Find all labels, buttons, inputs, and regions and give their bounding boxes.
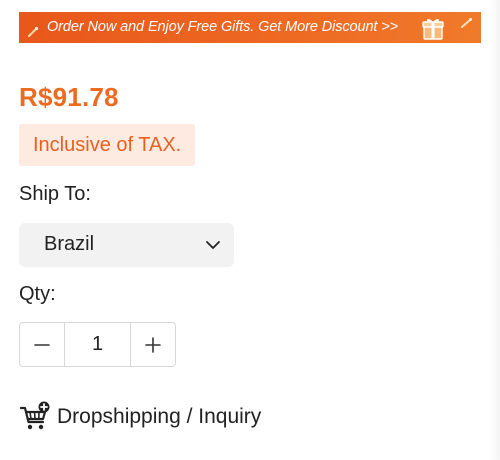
plus-icon [145, 336, 161, 353]
increment-button[interactable] [131, 323, 175, 366]
chevron-down-icon [206, 241, 220, 249]
product-price: R$91.78 [19, 82, 119, 112]
dropshipping-inquiry-label: Dropshipping / Inquiry [57, 405, 262, 428]
country-select-value: Brazil [44, 233, 95, 255]
country-select[interactable]: Brazil [19, 223, 234, 267]
sparkle-icon [28, 26, 39, 37]
minus-icon [34, 343, 50, 346]
ship-to-label: Ship To: [19, 183, 91, 205]
product-purchase-panel: Order Now and Enjoy Free Gifts. Get More… [0, 0, 500, 460]
page-edge-shadow [490, 0, 500, 460]
quantity-input[interactable]: 1 [64, 323, 131, 366]
decrement-button[interactable] [20, 323, 64, 366]
cart-plus-icon [19, 401, 50, 430]
tax-badge: Inclusive of TAX. [19, 124, 196, 166]
promo-text: Order Now and Enjoy Free Gifts. Get More… [47, 19, 398, 35]
quantity-label: Qty: [19, 283, 56, 305]
quantity-stepper: 1 [19, 322, 176, 367]
sparkle-icon [461, 18, 472, 28]
promo-banner[interactable]: Order Now and Enjoy Free Gifts. Get More… [19, 12, 481, 43]
dropshipping-inquiry-link[interactable]: Dropshipping / Inquiry [19, 401, 261, 433]
gift-icon [422, 18, 444, 40]
